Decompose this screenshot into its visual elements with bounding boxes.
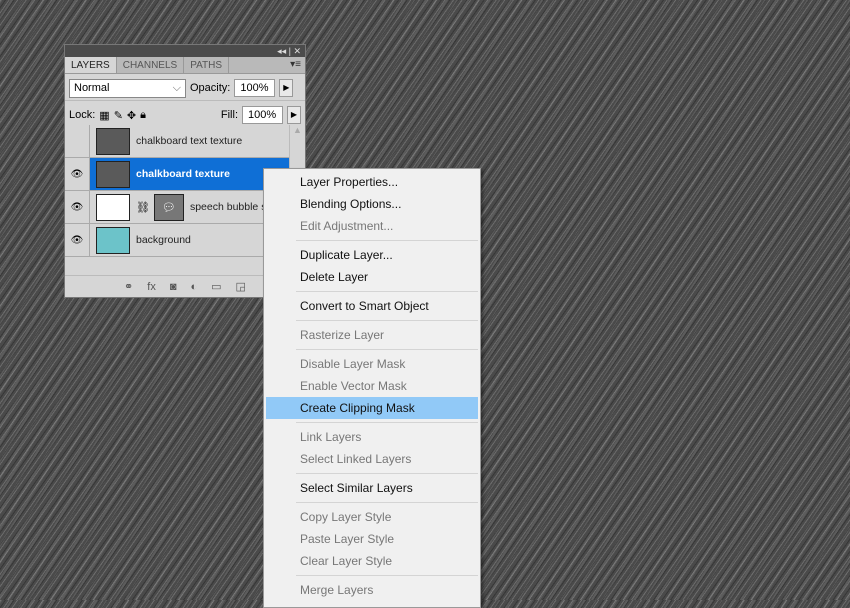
menu-item-layer-properties[interactable]: Layer Properties... <box>266 171 478 193</box>
adjustment-icon[interactable]: ◐ <box>190 281 197 293</box>
menu-item-select-linked-layers[interactable]: Select Linked Layers <box>266 448 478 470</box>
menu-separator <box>296 422 478 423</box>
menu-item-delete-layer[interactable]: Delete Layer <box>266 266 478 288</box>
opacity-input[interactable]: 100% <box>234 79 276 97</box>
layer-thumbnail <box>96 193 130 221</box>
fill-slider-button[interactable]: ▶ <box>287 106 301 124</box>
tab-layers[interactable]: LAYERS <box>65 57 117 73</box>
menu-separator <box>296 349 478 350</box>
layer-name: background <box>136 234 191 246</box>
chevron-down-icon: ⌵ <box>172 81 181 94</box>
lock-transparency-icon[interactable]: ▦ <box>99 109 109 122</box>
opacity-label: Opacity: <box>190 82 231 94</box>
panel-menu-icon[interactable]: ▾≡ <box>290 59 301 70</box>
folder-icon[interactable]: ▭ <box>211 280 221 293</box>
lock-all-icon[interactable]: 🔒︎ <box>140 109 146 122</box>
visibility-toggle[interactable] <box>65 125 90 157</box>
tab-channels[interactable]: CHANNELS <box>117 57 185 73</box>
layer-thumbnail <box>96 160 130 188</box>
new-layer-icon[interactable]: ◲ <box>236 280 246 293</box>
menu-item-duplicate-layer[interactable]: Duplicate Layer... <box>266 244 478 266</box>
layer-row[interactable]: 👁︎ background <box>65 224 290 257</box>
lock-move-icon[interactable]: ✥ <box>127 109 136 122</box>
layer-thumbnail <box>96 226 130 254</box>
menu-item-convert-to-smart-object[interactable]: Convert to Smart Object <box>266 295 478 317</box>
mask-thumbnail: 💬︎ <box>153 193 184 221</box>
context-menu: Layer Properties... Blending Options... Ed… <box>263 168 481 608</box>
menu-item-rasterize-layer[interactable]: Rasterize Layer <box>266 324 478 346</box>
menu-item-copy-layer-style[interactable]: Copy Layer Style <box>266 506 478 528</box>
opacity-slider-button[interactable]: ▶ <box>279 79 294 97</box>
eye-icon[interactable]: 👁︎ <box>65 224 90 256</box>
menu-item-paste-layer-style[interactable]: Paste Layer Style <box>266 528 478 550</box>
menu-item-link-layers[interactable]: Link Layers <box>266 426 478 448</box>
blend-mode-value: Normal <box>74 81 110 94</box>
blend-mode-select[interactable]: Normal ⌵ <box>69 78 186 98</box>
menu-item-merge-layers[interactable]: Merge Layers <box>266 579 478 601</box>
menu-item-create-clipping-mask[interactable]: Create Clipping Mask <box>266 397 478 419</box>
menu-separator <box>296 240 478 241</box>
chain-link-icon[interactable]: ⛓ <box>136 201 150 214</box>
menu-item-edit-adjustment[interactable]: Edit Adjustment... <box>266 215 478 237</box>
menu-separator <box>296 473 478 474</box>
layers-list: chalkboard text texture 👁︎ chalkboard tex… <box>65 125 290 260</box>
menu-item-disable-layer-mask[interactable]: Disable Layer Mask <box>266 353 478 375</box>
menu-item-select-similar-layers[interactable]: Select Similar Layers <box>266 477 478 499</box>
layer-row[interactable]: 👁︎ ⛓ 💬︎ speech bubble sha <box>65 191 290 224</box>
eye-icon[interactable]: 👁︎ <box>65 158 90 190</box>
eye-icon[interactable]: 👁︎ <box>65 191 90 223</box>
fill-label: Fill: <box>220 109 238 121</box>
panel-tabs: LAYERS CHANNELS PATHS ▾≡ <box>65 57 305 74</box>
layer-row[interactable]: 👁︎ chalkboard texture <box>65 158 290 191</box>
fill-input[interactable]: 100% <box>242 106 283 124</box>
fx-icon[interactable]: fx <box>147 281 156 293</box>
menu-item-enable-vector-mask[interactable]: Enable Vector Mask <box>266 375 478 397</box>
menu-separator <box>296 291 478 292</box>
menu-item-clear-layer-style[interactable]: Clear Layer Style <box>266 550 478 572</box>
layer-name: chalkboard texture <box>136 168 230 180</box>
menu-separator <box>296 502 478 503</box>
panel-titlebar[interactable]: ◂◂ | ✕ <box>65 45 305 57</box>
mask-icon[interactable]: ◙ <box>170 281 177 293</box>
tab-paths[interactable]: PATHS <box>184 57 230 73</box>
layer-name: chalkboard text texture <box>136 135 243 147</box>
link-icon[interactable]: ⚭ <box>124 280 133 293</box>
lock-label: Lock: <box>69 109 96 121</box>
menu-separator <box>296 320 478 321</box>
layer-row[interactable]: chalkboard text texture <box>65 125 290 158</box>
layer-thumbnail <box>96 127 130 155</box>
lock-brush-icon[interactable]: ✎ <box>114 109 123 122</box>
menu-item-blending-options[interactable]: Blending Options... <box>266 193 478 215</box>
menu-separator <box>296 575 478 576</box>
